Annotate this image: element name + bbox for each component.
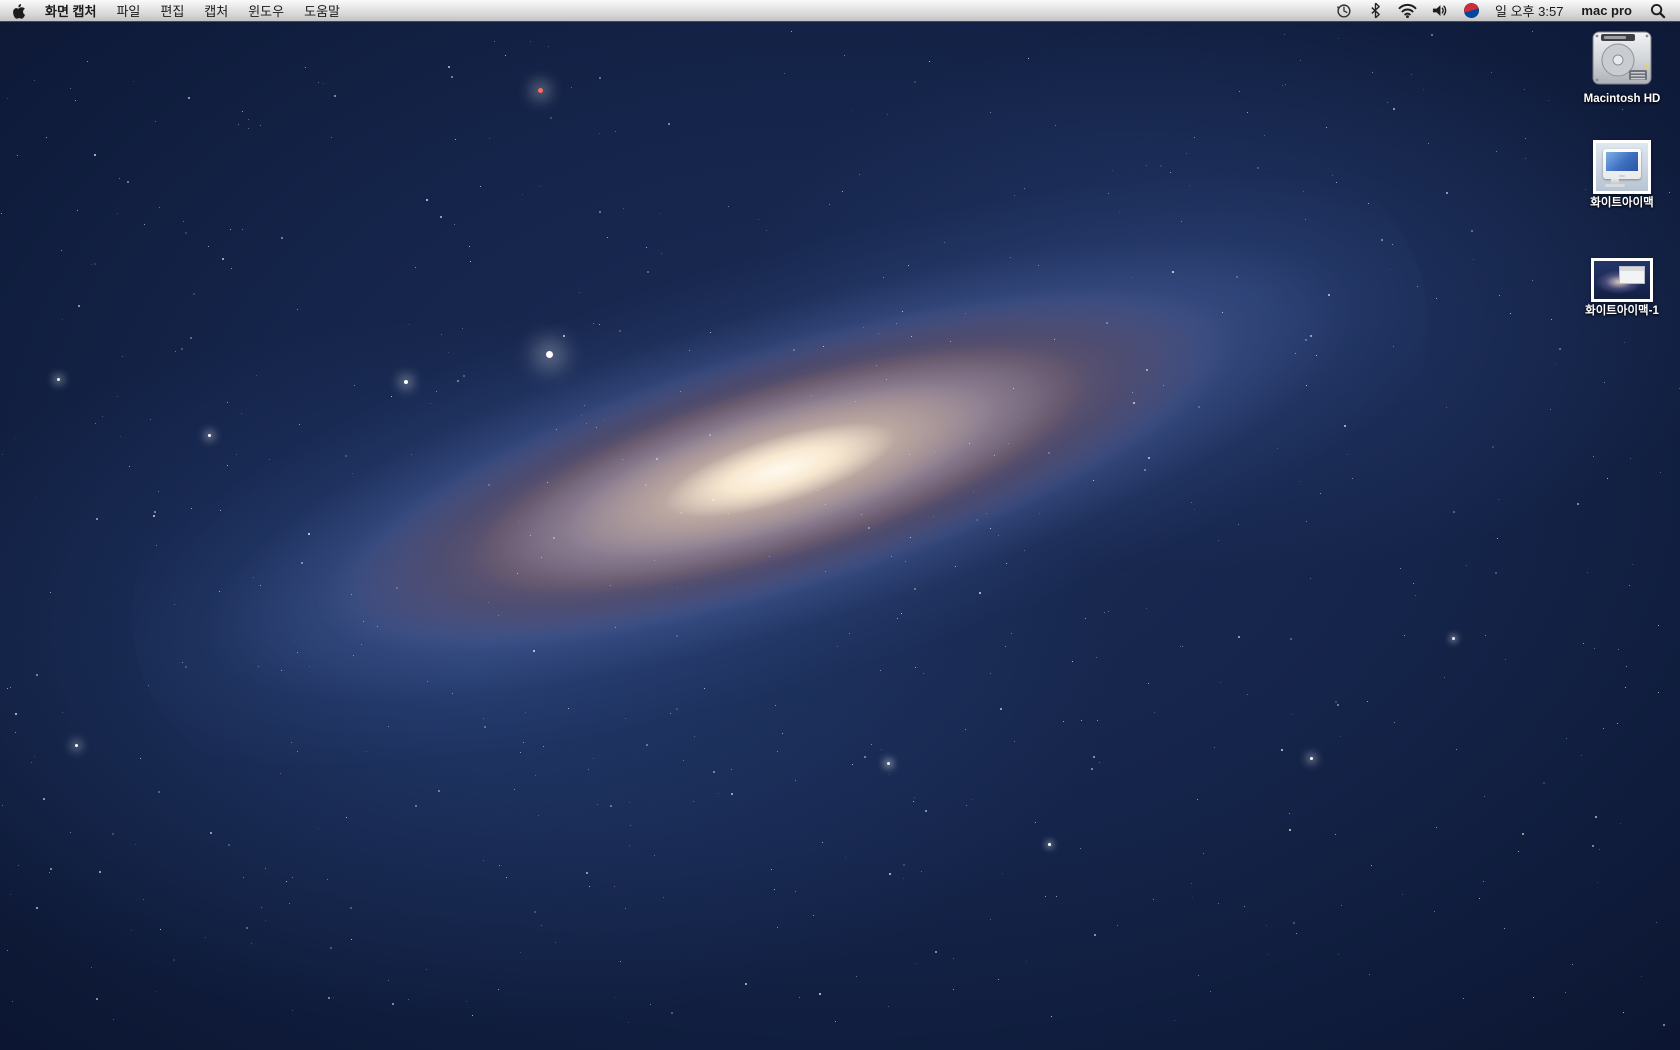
wallpaper	[0, 0, 1680, 1050]
wifi-icon	[1398, 3, 1417, 18]
dock: @ 6 30	[0, 930, 1680, 1050]
apple-menu[interactable]	[0, 0, 35, 21]
menu-file[interactable]: 파일	[106, 0, 150, 21]
menu-window[interactable]: 윈도우	[238, 0, 294, 21]
desktop-icon-label: 화이트아이맥-1	[1585, 305, 1659, 318]
fast-user-switch-menu[interactable]: mac pro	[1575, 3, 1638, 18]
starfield	[0, 0, 1680, 1050]
spotlight-icon	[1650, 3, 1666, 19]
wifi-menu[interactable]	[1395, 0, 1419, 21]
desktop-icon-label: Macintosh HD	[1584, 93, 1661, 106]
image-thumbnail	[1591, 258, 1653, 302]
desktop-icon-white-imac-1[interactable]: 화이트아이맥-1	[1557, 258, 1680, 318]
time-machine-menu[interactable]	[1331, 0, 1355, 21]
image-thumbnail	[1593, 140, 1651, 194]
menu-bar: 화면 캡처 파일 편집 캡처 윈도우 도움말	[0, 0, 1680, 22]
desktop-icon-white-imac[interactable]: 화이트아이맥	[1557, 140, 1680, 210]
desktop: 화면 캡처 파일 편집 캡처 윈도우 도움말	[0, 0, 1680, 1050]
volume-icon	[1431, 3, 1448, 18]
input-source-menu[interactable]	[1459, 0, 1483, 21]
menu-clock[interactable]: 일 오후 3:57	[1491, 1, 1567, 20]
bluetooth-icon	[1370, 2, 1381, 19]
bluetooth-menu[interactable]	[1363, 0, 1387, 21]
desktop-icon-macintosh-hd[interactable]: Macintosh HD	[1557, 26, 1680, 106]
time-machine-icon	[1335, 2, 1352, 19]
active-app-menu[interactable]: 화면 캡처	[35, 0, 106, 21]
spotlight-menu[interactable]	[1646, 0, 1670, 21]
desktop-icon-label: 화이트아이맥	[1590, 197, 1653, 210]
hard-drive-icon	[1587, 26, 1657, 90]
menu-capture[interactable]: 캡처	[194, 0, 238, 21]
menu-help[interactable]: 도움말	[294, 0, 350, 21]
menu-edit[interactable]: 편집	[150, 0, 194, 21]
apple-logo-icon	[10, 2, 25, 19]
volume-menu[interactable]	[1427, 0, 1451, 21]
korean-flag-icon	[1462, 1, 1481, 20]
